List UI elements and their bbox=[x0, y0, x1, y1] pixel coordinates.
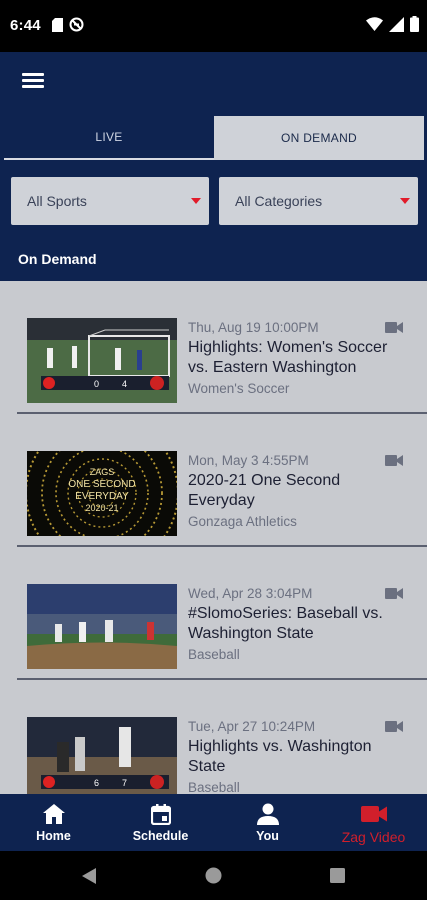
battery-icon bbox=[410, 16, 419, 32]
person-icon bbox=[255, 802, 281, 826]
sports-filter-select[interactable]: All Sports bbox=[11, 177, 209, 225]
video-list[interactable]: 0 4 Thu, Aug 19 10:00PM Highlights: Wome… bbox=[0, 281, 427, 794]
system-nav-bar bbox=[0, 851, 427, 900]
video-title: Highlights: Women's Soccer vs. Eastern W… bbox=[188, 339, 388, 376]
app-header: LIVE ON DEMAND All Sports All Categories… bbox=[0, 52, 427, 281]
video-thumbnail: ZAGS ONE SECOND EVERYDAY 2020-21 bbox=[27, 451, 177, 536]
video-title: Highlights vs. Washington State bbox=[188, 738, 372, 775]
calendar-icon bbox=[148, 802, 174, 826]
video-category: Gonzaga Athletics bbox=[188, 514, 297, 529]
recents-icon[interactable] bbox=[330, 868, 345, 883]
blocked-icon bbox=[69, 17, 84, 32]
nav-you[interactable]: You bbox=[214, 794, 321, 851]
nav-zag-video-label: Zag Video bbox=[341, 829, 406, 845]
video-title: 2020-21 One Second Everyday bbox=[188, 472, 341, 509]
sports-filter-label: All Sports bbox=[27, 193, 87, 209]
video-date: Mon, May 3 4:55PM bbox=[188, 453, 309, 468]
categories-filter-select[interactable]: All Categories bbox=[219, 177, 418, 225]
tab-live[interactable]: LIVE bbox=[4, 116, 214, 160]
video-camera-icon bbox=[360, 802, 387, 826]
nav-zag-video[interactable]: Zag Video bbox=[320, 794, 427, 851]
video-thumbnail: 6 7 bbox=[27, 717, 177, 794]
status-bar: 6:44 bbox=[0, 0, 427, 52]
home-circle-icon[interactable] bbox=[205, 867, 222, 884]
bottom-nav: Home Schedule You Zag Video bbox=[0, 794, 427, 851]
video-camera-icon bbox=[385, 322, 403, 333]
score-right: 4 bbox=[122, 379, 127, 389]
wifi-icon bbox=[366, 17, 383, 31]
score-left: 6 bbox=[94, 778, 99, 788]
video-list-item[interactable]: Wed, Apr 28 3:04PM #SlomoSeries: Basebal… bbox=[17, 547, 427, 680]
score-left: 0 bbox=[94, 379, 99, 389]
video-list-item[interactable]: ZAGS ONE SECOND EVERYDAY 2020-21 Mon, Ma… bbox=[17, 414, 427, 547]
signal-icon bbox=[389, 16, 404, 32]
video-title: #SlomoSeries: Baseball vs. Washington St… bbox=[188, 605, 383, 642]
hamburger-menu-icon[interactable] bbox=[20, 70, 48, 92]
dropdown-arrow-icon bbox=[400, 198, 410, 204]
video-thumbnail bbox=[27, 584, 177, 669]
ose-line-3: EVERYDAY bbox=[75, 491, 129, 502]
tab-bar: LIVE ON DEMAND bbox=[4, 116, 424, 160]
home-icon bbox=[41, 802, 67, 826]
categories-filter-label: All Categories bbox=[235, 193, 323, 209]
video-list-item[interactable]: 6 7 Tue, Apr 27 10:24PM Highlights vs. W… bbox=[17, 680, 427, 794]
nav-schedule[interactable]: Schedule bbox=[107, 794, 214, 851]
status-time: 6:44 bbox=[10, 17, 41, 34]
video-camera-icon bbox=[385, 455, 403, 466]
dropdown-arrow-icon bbox=[191, 198, 201, 204]
video-camera-icon bbox=[385, 588, 403, 599]
video-camera-icon bbox=[385, 721, 403, 732]
video-category: Baseball bbox=[188, 780, 240, 794]
video-category: Baseball bbox=[188, 647, 240, 662]
sd-card-icon bbox=[52, 17, 63, 32]
video-date: Tue, Apr 27 10:24PM bbox=[188, 719, 316, 734]
video-list-item[interactable]: 0 4 Thu, Aug 19 10:00PM Highlights: Wome… bbox=[17, 281, 427, 414]
video-thumbnail: 0 4 bbox=[27, 318, 177, 403]
section-title: On Demand bbox=[18, 251, 97, 267]
video-date: Wed, Apr 28 3:04PM bbox=[188, 586, 313, 601]
back-icon[interactable] bbox=[82, 868, 96, 884]
video-category: Women's Soccer bbox=[188, 381, 290, 396]
nav-schedule-label: Schedule bbox=[132, 829, 189, 843]
nav-home[interactable]: Home bbox=[0, 794, 107, 851]
nav-you-label: You bbox=[256, 829, 279, 843]
ose-line-4: 2020-21 bbox=[85, 503, 118, 513]
score-right: 7 bbox=[122, 778, 127, 788]
ose-line-1: ZAGS bbox=[90, 467, 115, 477]
video-date: Thu, Aug 19 10:00PM bbox=[188, 320, 319, 335]
tab-on-demand[interactable]: ON DEMAND bbox=[214, 116, 424, 160]
nav-home-label: Home bbox=[36, 829, 71, 843]
ose-line-2: ONE SECOND bbox=[68, 479, 135, 490]
